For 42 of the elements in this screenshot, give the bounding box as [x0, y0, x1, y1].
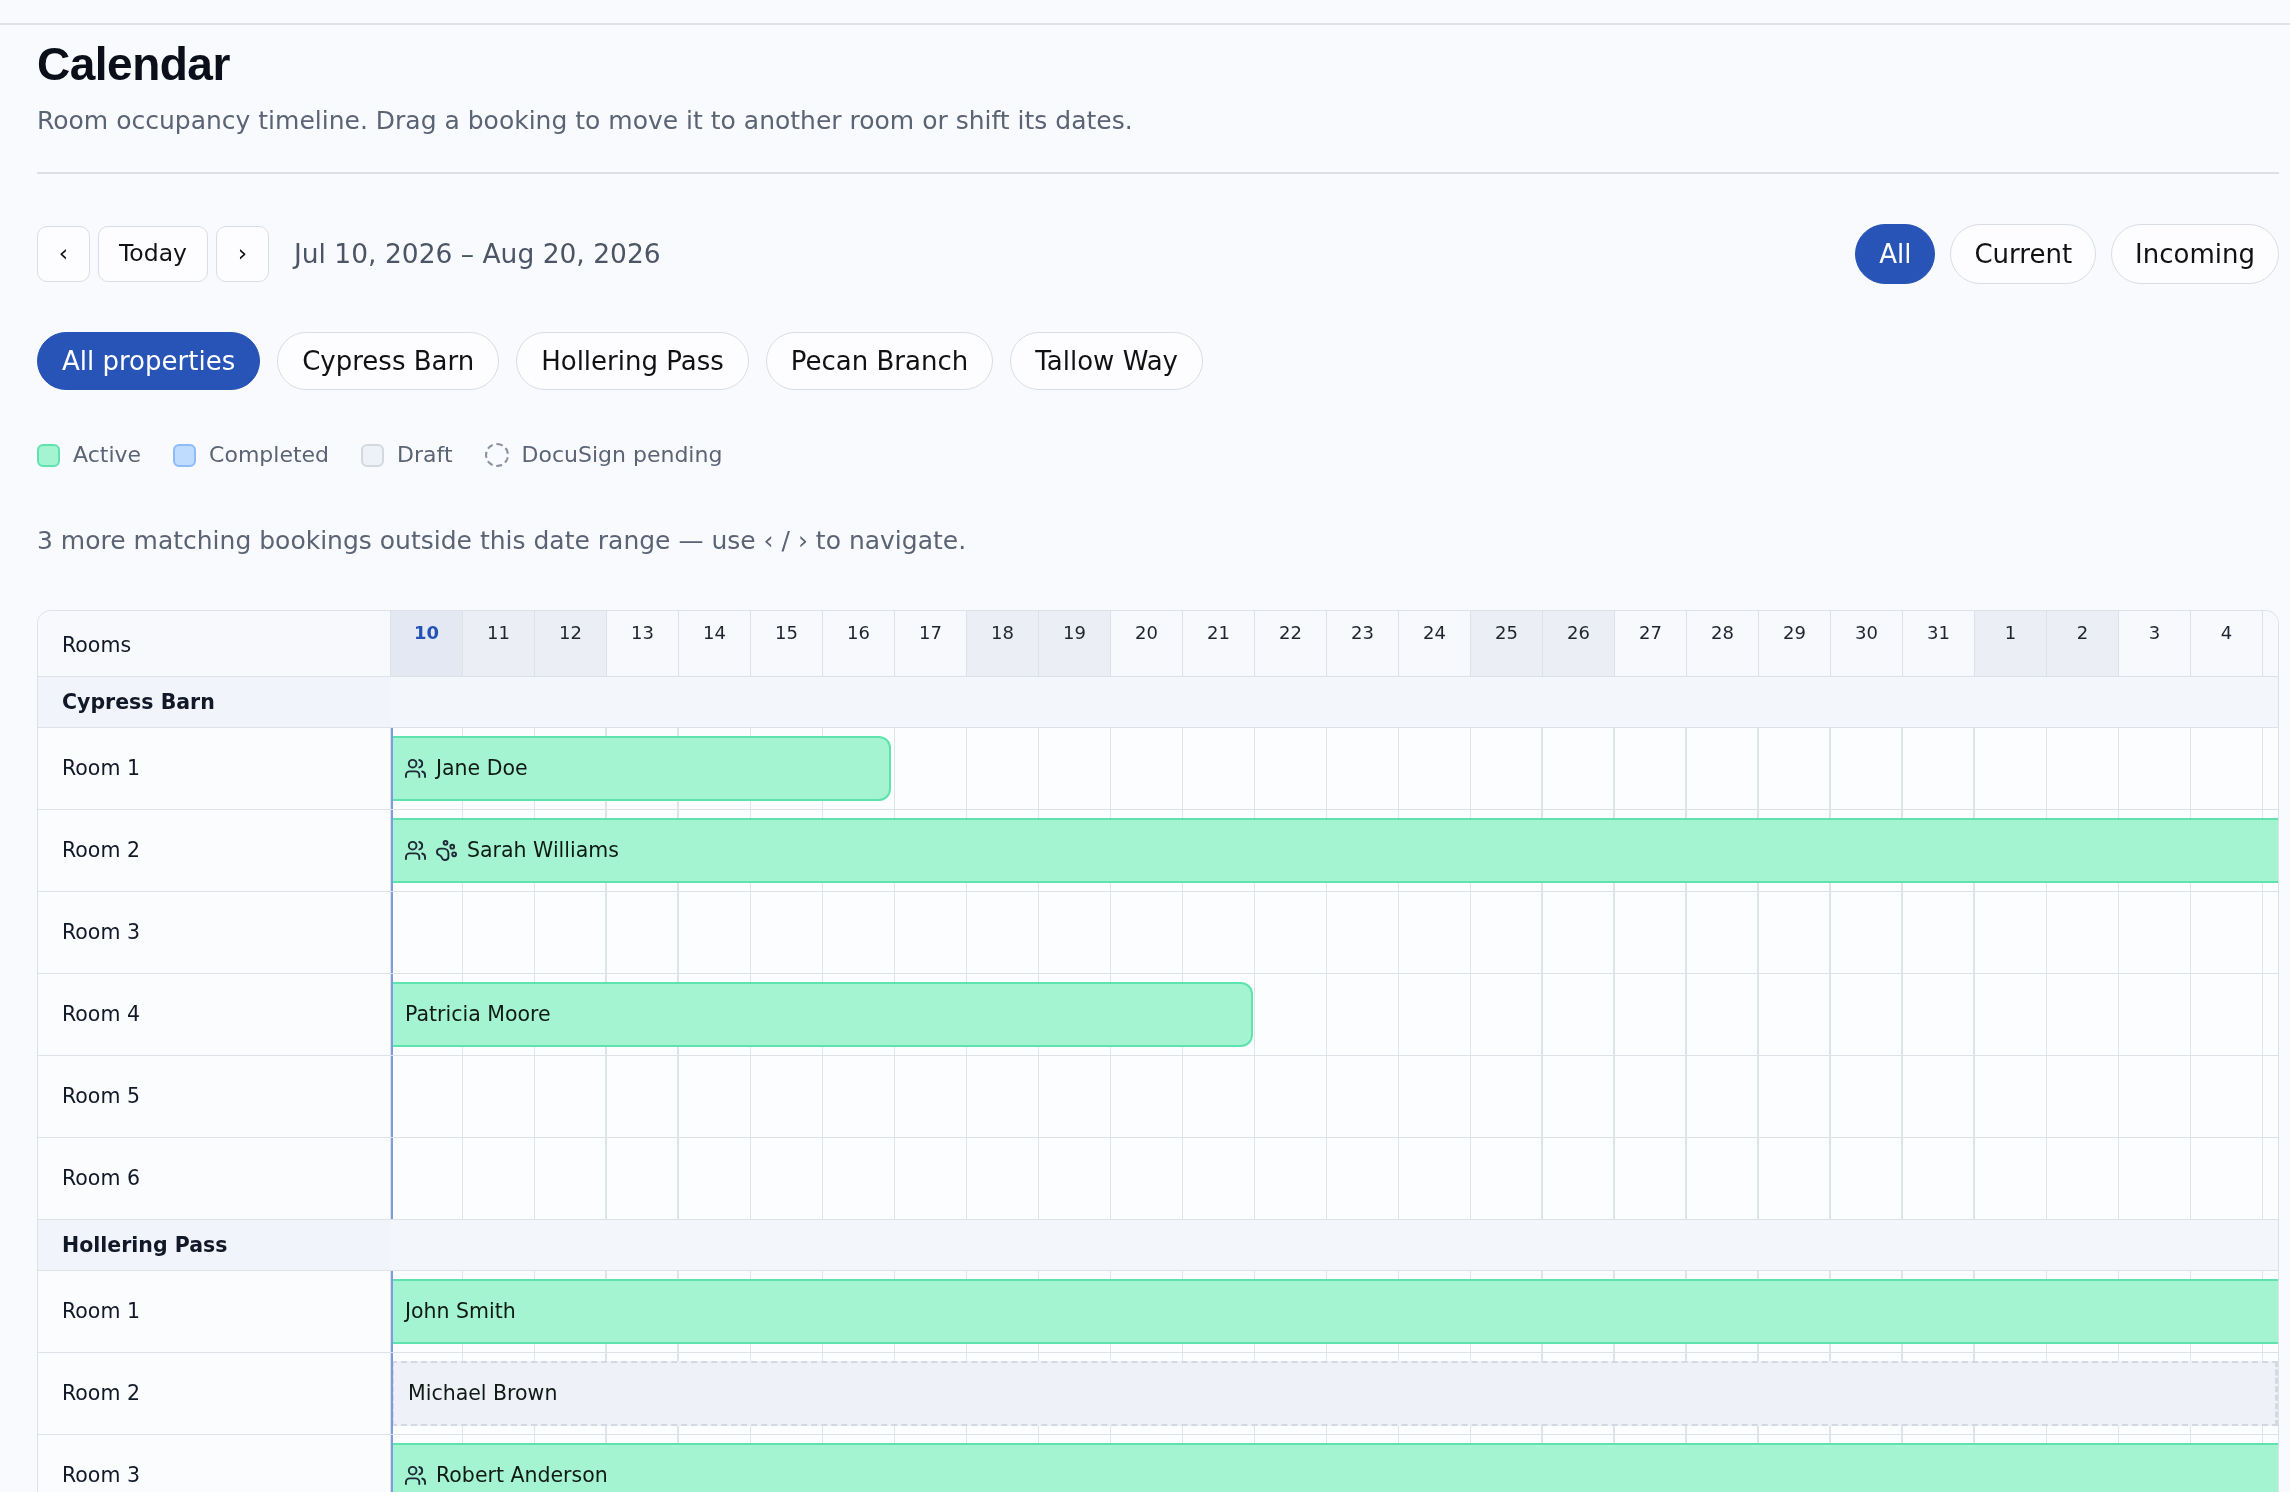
booking-bar[interactable]: Robert Anderson: [391, 1443, 2278, 1492]
legend-label: DocuSign pending: [521, 441, 723, 469]
property-filter-tab[interactable]: Pecan Branch: [765, 332, 994, 390]
day-column-header: 12: [535, 611, 607, 676]
day-column-header: 19: [1039, 611, 1111, 676]
date-range: Jul 10, 2026 – Aug 20, 2026: [293, 237, 661, 272]
day-column-header: 1: [1975, 611, 2047, 676]
status-swatch-icon: [361, 443, 385, 467]
people-icon: [405, 840, 426, 861]
legend-label: Active: [73, 441, 142, 469]
day-column-header: 25: [1471, 611, 1543, 676]
status-filter-tab[interactable]: All: [1855, 224, 1936, 284]
people-icon: [405, 1465, 426, 1486]
previous-button[interactable]: ‹: [37, 226, 90, 282]
booking-bar[interactable]: Patricia Moore: [391, 982, 1254, 1047]
status-filter-tab[interactable]: Incoming: [2111, 224, 2279, 284]
property-filter-tab[interactable]: Tallow Way: [1010, 332, 1203, 390]
day-column-header: 10: [391, 611, 463, 676]
legend-label: Completed: [209, 441, 330, 469]
paw-print-icon: [436, 840, 457, 861]
day-column-header: 2: [2047, 611, 2119, 676]
day-column-header: 26: [1543, 611, 1615, 676]
page-title: Calendar: [37, 38, 231, 90]
day-column-header: 18: [967, 611, 1039, 676]
people-icon: [405, 758, 426, 779]
status-filter-tab[interactable]: Current: [1950, 224, 2097, 284]
property-filter-tab[interactable]: Hollering Pass: [516, 332, 749, 390]
booking-bar[interactable]: John Smith: [391, 1279, 2278, 1344]
booking-bar[interactable]: Sarah Williams: [391, 818, 2278, 883]
status-swatch-icon: [37, 443, 60, 467]
bookings-notice: 3 more matching bookings outside this date range — use ‹ / › to navigate.: [37, 525, 968, 557]
property-filter-tab[interactable]: Cypress Barn: [277, 332, 500, 390]
page-subtitle: Room occupancy timeline. Drag a booking to move it to another room or shift its dates.: [37, 105, 1134, 137]
property-filter-tab[interactable]: All properties: [37, 332, 261, 390]
legend-label: Draft: [397, 441, 453, 469]
booking-bar[interactable]: Michael Brown: [391, 1361, 2278, 1426]
booking-bar[interactable]: Jane Doe: [391, 736, 892, 801]
dashed-circle-icon: [484, 443, 509, 467]
status-swatch-icon: [173, 443, 197, 467]
next-button[interactable]: ›: [215, 226, 269, 282]
day-column-header: 11: [463, 611, 535, 676]
today-button[interactable]: Today: [98, 226, 208, 282]
